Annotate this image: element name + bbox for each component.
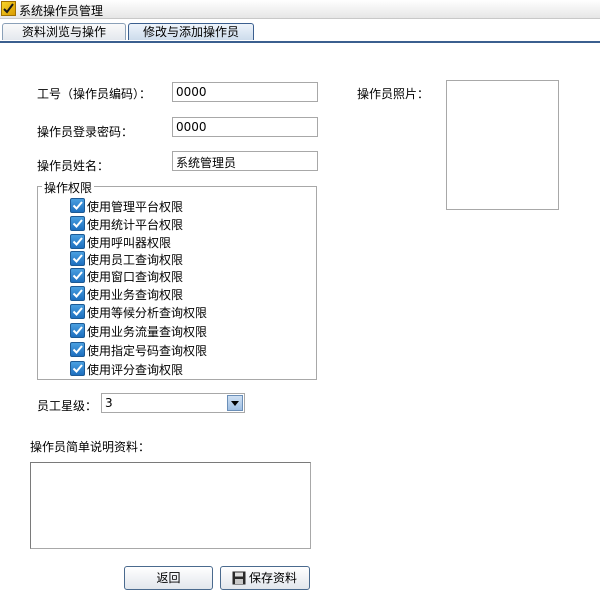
checkbox-checked-icon[interactable] xyxy=(70,323,85,338)
password-field[interactable]: 0000 xyxy=(172,117,318,137)
checkbox-checked-icon[interactable] xyxy=(70,268,85,283)
checkbox-checked-icon[interactable] xyxy=(70,216,85,231)
window-title: 系统操作员管理 xyxy=(19,4,104,18)
back-button-label: 返回 xyxy=(156,571,181,585)
save-button-label: 保存资料 xyxy=(248,571,297,585)
checkbox-checked-icon[interactable] xyxy=(70,251,85,266)
star-level-label: 员工星级： xyxy=(37,399,98,413)
permission-label: 使用等候分析查询权限 xyxy=(87,306,208,320)
permissions-title: 操作权限 xyxy=(42,179,95,196)
permission-label: 使用员工查询权限 xyxy=(87,253,184,267)
star-level-select[interactable]: 3 xyxy=(101,393,245,413)
notes-label: 操作员简单说明资料： xyxy=(30,440,151,454)
save-disk-icon xyxy=(232,571,246,585)
notes-textarea[interactable] xyxy=(30,462,311,549)
permission-label: 使用呼叫器权限 xyxy=(87,236,172,250)
photo-box[interactable] xyxy=(446,80,559,210)
checkbox-checked-icon[interactable] xyxy=(70,342,85,357)
tab-strip: 资料浏览与操作 修改与添加操作员 xyxy=(0,23,600,43)
password-label: 操作员登录密码： xyxy=(37,125,134,139)
tab-edit-add[interactable]: 修改与添加操作员 xyxy=(128,23,254,40)
permission-label: 使用窗口查询权限 xyxy=(87,270,184,284)
back-button[interactable]: 返回 xyxy=(124,566,213,590)
tab-edit-add-label: 修改与添加操作员 xyxy=(142,25,239,39)
app-check-icon xyxy=(1,1,16,16)
permission-label: 使用统计平台权限 xyxy=(87,218,184,232)
permission-label: 使用指定号码查询权限 xyxy=(87,344,208,358)
operator-name-field[interactable]: 系统管理员 xyxy=(172,151,318,171)
operator-id-label: 工号（操作员编码）： xyxy=(37,87,152,101)
checkbox-checked-icon[interactable] xyxy=(70,286,85,301)
star-level-value: 3 xyxy=(105,396,113,410)
permission-label: 使用评分查询权限 xyxy=(87,363,184,377)
save-button[interactable]: 保存资料 xyxy=(220,566,310,590)
title-bar: 系统操作员管理 xyxy=(0,0,600,19)
operator-id-field[interactable]: 0000 xyxy=(172,82,318,102)
photo-label: 操作员照片： xyxy=(357,87,430,101)
permission-label: 使用业务查询权限 xyxy=(87,288,184,302)
checkbox-checked-icon[interactable] xyxy=(70,304,85,319)
permission-label: 使用管理平台权限 xyxy=(87,200,184,214)
tab-browse-label: 资料浏览与操作 xyxy=(21,25,106,39)
checkbox-checked-icon[interactable] xyxy=(70,234,85,249)
checkbox-checked-icon[interactable] xyxy=(70,361,85,376)
tab-browse[interactable]: 资料浏览与操作 xyxy=(2,23,126,40)
chevron-down-icon[interactable] xyxy=(227,395,243,411)
permission-label: 使用业务流量查询权限 xyxy=(87,325,208,339)
checkbox-checked-icon[interactable] xyxy=(70,198,85,213)
operator-name-label: 操作员姓名： xyxy=(37,159,110,173)
